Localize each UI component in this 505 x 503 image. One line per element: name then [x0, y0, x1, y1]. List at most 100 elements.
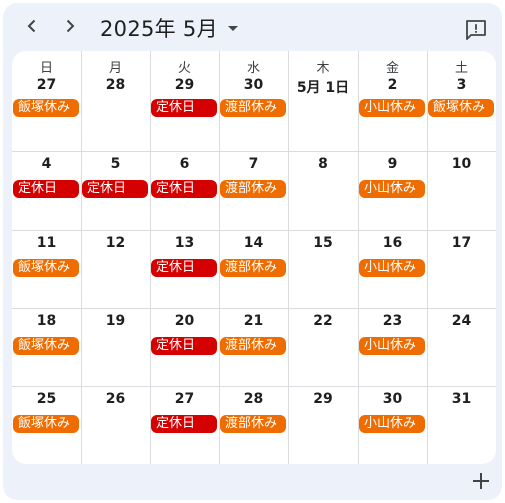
day-cell[interactable]: 9 小山休み — [358, 151, 427, 230]
day-cell[interactable]: 24 — [427, 308, 496, 386]
day-cell[interactable]: 19 — [81, 308, 150, 386]
day-number: 23 — [382, 313, 403, 329]
day-number: 7 — [248, 156, 259, 172]
weekday-label: 水 — [246, 61, 260, 76]
day-number: 28 — [105, 77, 126, 93]
day-cell[interactable]: 11 飯塚休み — [12, 230, 81, 308]
day-cell[interactable]: 4 定休日 — [12, 151, 81, 230]
event-chip[interactable]: 定休日 — [151, 259, 217, 277]
day-number: 5 — [110, 156, 121, 172]
next-month-button[interactable] — [59, 15, 81, 37]
calendar-widget: 2025年 5月 日 27 飯塚休み月 28 火 29 定休日水 30 渡部休み木 5月 1日金 2… — [3, 3, 502, 500]
day-number: 22 — [313, 313, 333, 329]
event-chip[interactable]: 定休日 — [151, 99, 217, 117]
day-number: 28 — [243, 391, 264, 407]
day-number: 5月 1日 — [296, 80, 350, 96]
weekday-label: 日 — [39, 61, 53, 76]
day-cell[interactable]: 22 — [288, 308, 358, 386]
day-cell[interactable]: 水 30 渡部休み — [219, 51, 288, 151]
month-grid: 日 27 飯塚休み月 28 火 29 定休日水 30 渡部休み木 5月 1日金 2 小山休み土 3 飯塚休… — [12, 51, 496, 464]
event-chip[interactable]: 定休日 — [151, 337, 217, 355]
day-number: 14 — [243, 235, 264, 251]
event-chip[interactable]: 渡部休み — [220, 415, 286, 433]
event-chip[interactable]: 小山休み — [359, 99, 425, 117]
event-chip[interactable]: 小山休み — [359, 415, 425, 433]
day-cell[interactable]: 7 渡部休み — [219, 151, 288, 230]
weekday-label: 土 — [454, 61, 468, 76]
day-cell[interactable]: 15 — [288, 230, 358, 308]
event-chip[interactable]: 渡部休み — [220, 337, 286, 355]
day-cell[interactable]: 14 渡部休み — [219, 230, 288, 308]
event-chip[interactable]: 飯塚休み — [13, 259, 79, 277]
day-cell[interactable]: 28 渡部休み — [219, 386, 288, 464]
day-number: 29 — [313, 391, 333, 407]
day-cell[interactable]: 8 — [288, 151, 358, 230]
event-chip[interactable]: 小山休み — [359, 337, 425, 355]
day-cell[interactable]: 月 28 — [81, 51, 150, 151]
event-chip[interactable]: 渡部休み — [220, 180, 286, 198]
day-cell[interactable]: 日 27 飯塚休み — [12, 51, 81, 151]
day-number: 11 — [36, 235, 57, 251]
day-number: 30 — [243, 77, 264, 93]
event-chip[interactable]: 定休日 — [151, 415, 217, 433]
day-cell[interactable]: 12 — [81, 230, 150, 308]
day-cell[interactable]: 27 定休日 — [150, 386, 219, 464]
event-chip[interactable]: 定休日 — [13, 180, 79, 198]
day-cell[interactable]: 6 定休日 — [150, 151, 219, 230]
day-cell[interactable]: 26 — [81, 386, 150, 464]
dropdown-arrow-icon — [227, 25, 238, 31]
day-cell[interactable]: 17 — [427, 230, 496, 308]
day-number: 24 — [451, 313, 472, 329]
event-chip[interactable]: 飯塚休み — [13, 415, 79, 433]
plus-icon[interactable] — [470, 470, 492, 492]
chevron-left-icon — [27, 19, 36, 33]
event-chip[interactable]: 飯塚休み — [13, 99, 79, 117]
day-number: 6 — [179, 156, 190, 172]
weekday-label: 月 — [108, 61, 122, 76]
month-selector[interactable]: 2025年 5月 — [100, 13, 238, 43]
day-number: 21 — [243, 313, 264, 329]
day-cell[interactable]: 29 — [288, 386, 358, 464]
event-chip[interactable]: 渡部休み — [220, 99, 286, 117]
day-number: 10 — [451, 156, 472, 172]
weekday-label: 木 — [316, 61, 330, 76]
event-chip[interactable]: 飯塚休み — [13, 337, 79, 355]
day-cell[interactable]: 18 飯塚休み — [12, 308, 81, 386]
day-cell[interactable]: 火 29 定休日 — [150, 51, 219, 151]
day-cell[interactable]: 10 — [427, 151, 496, 230]
day-cell[interactable]: 25 飯塚休み — [12, 386, 81, 464]
event-chip[interactable]: 渡部休み — [220, 259, 286, 277]
day-number: 26 — [105, 391, 126, 407]
day-number: 4 — [41, 156, 52, 172]
day-number: 8 — [318, 156, 328, 172]
event-chip[interactable]: 定休日 — [151, 180, 217, 198]
day-number: 16 — [382, 235, 403, 251]
feedback-icon[interactable] — [464, 18, 488, 42]
day-cell[interactable]: 20 定休日 — [150, 308, 219, 386]
day-number: 2 — [387, 77, 398, 93]
day-number: 25 — [36, 391, 57, 407]
day-cell[interactable]: 23 小山休み — [358, 308, 427, 386]
day-cell[interactable]: 金 2 小山休み — [358, 51, 427, 151]
day-cell[interactable]: 土 3 飯塚休み — [427, 51, 496, 151]
day-cell[interactable]: 5 定休日 — [81, 151, 150, 230]
day-cell[interactable]: 13 定休日 — [150, 230, 219, 308]
calendar-header: 2025年 5月 — [3, 3, 502, 49]
day-number: 27 — [174, 391, 195, 407]
event-chip[interactable]: 定休日 — [82, 180, 148, 198]
day-number: 30 — [382, 391, 403, 407]
weekday-label: 火 — [177, 61, 191, 76]
day-number: 20 — [174, 313, 195, 329]
previous-month-button[interactable] — [21, 15, 43, 37]
day-number: 13 — [174, 235, 195, 251]
event-chip[interactable]: 飯塚休み — [428, 99, 494, 117]
day-cell[interactable]: 木 5月 1日 — [288, 51, 358, 151]
chevron-right-icon — [66, 19, 75, 33]
day-number: 12 — [105, 235, 126, 251]
day-cell[interactable]: 31 — [427, 386, 496, 464]
event-chip[interactable]: 小山休み — [359, 259, 425, 277]
day-cell[interactable]: 30 小山休み — [358, 386, 427, 464]
day-cell[interactable]: 16 小山休み — [358, 230, 427, 308]
day-cell[interactable]: 21 渡部休み — [219, 308, 288, 386]
event-chip[interactable]: 小山休み — [359, 180, 425, 198]
